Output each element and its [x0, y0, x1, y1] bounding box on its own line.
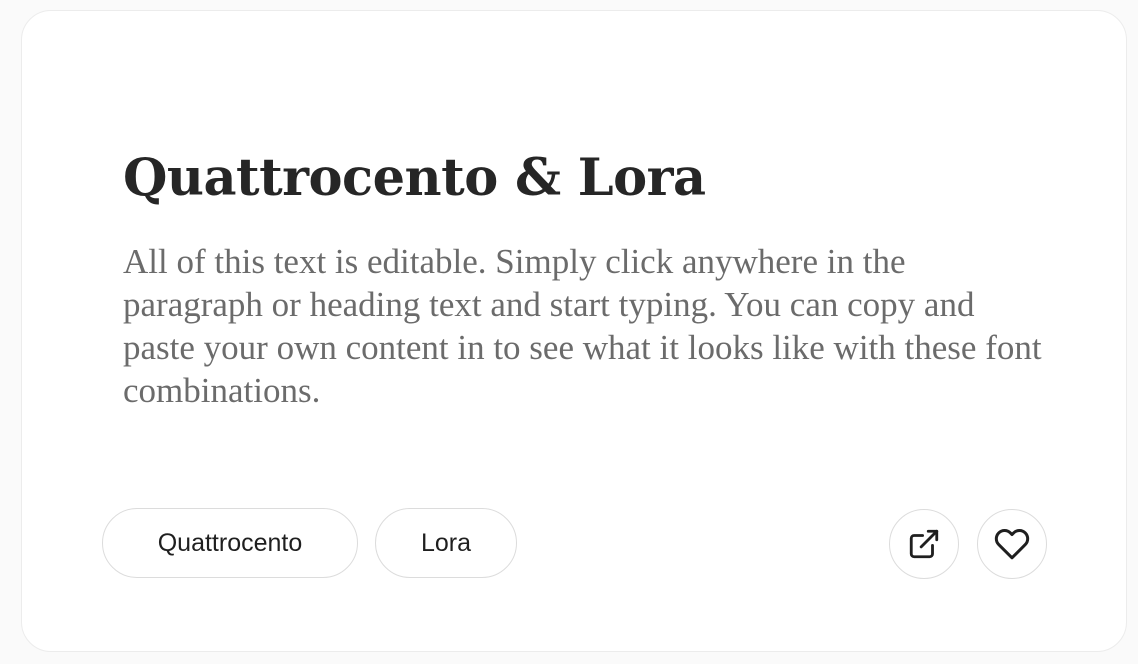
external-link-icon — [907, 527, 941, 561]
font-chip-label: Quattrocento — [157, 528, 303, 557]
font-chip-lora[interactable]: Lora — [375, 508, 517, 578]
font-chip-label: Lora — [420, 528, 472, 557]
card-paragraph[interactable]: All of this text is editable. Simply cli… — [123, 240, 1043, 412]
favorite-button[interactable] — [977, 509, 1047, 579]
card-heading[interactable]: Quattrocento & Lora — [123, 148, 706, 209]
font-pair-card: Quattrocento & Lora All of this text is … — [21, 10, 1127, 652]
font-chip-quattrocento[interactable]: Quattrocento — [102, 508, 358, 578]
heart-icon — [994, 526, 1030, 562]
open-external-button[interactable] — [889, 509, 959, 579]
